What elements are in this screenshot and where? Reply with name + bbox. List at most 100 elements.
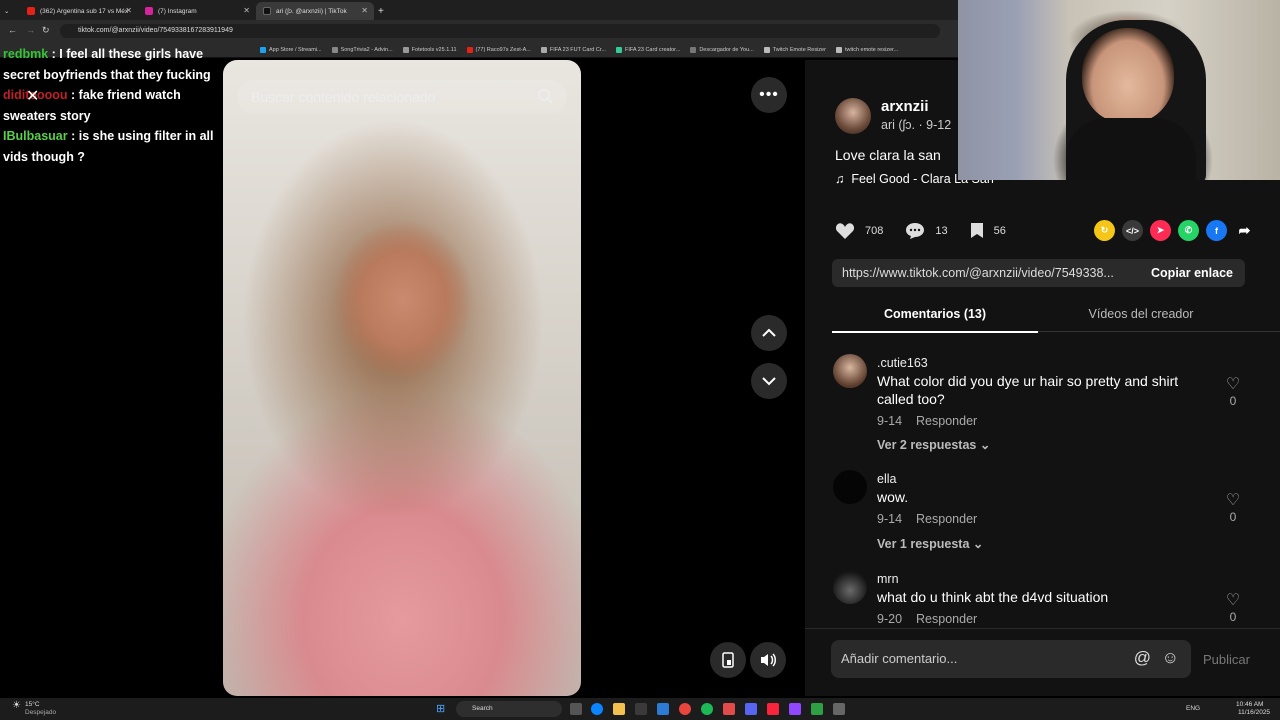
- reply-button[interactable]: Responder: [916, 612, 977, 626]
- save-button[interactable]: 56: [970, 222, 1006, 239]
- tab-label: (362) Argentina sub 17 vs Méx: [40, 7, 129, 15]
- facebook-icon[interactable]: f: [1206, 220, 1227, 241]
- comment-date: 9-20: [877, 612, 903, 626]
- video-player[interactable]: Buscar contenido relacionado: [223, 60, 581, 696]
- windows-start-icon[interactable]: ⊞: [436, 702, 445, 715]
- comment-like-button[interactable]: ♡ 0: [1223, 490, 1243, 524]
- tab-instagram[interactable]: (7) Instagram ✕: [138, 2, 256, 20]
- tab-list-icon[interactable]: ⌄: [4, 2, 14, 20]
- author-username[interactable]: arxnzii: [881, 98, 929, 115]
- like-button[interactable]: 708: [835, 222, 883, 240]
- weather-desc: Despejado: [25, 709, 57, 716]
- comment-text: What color did you dye ur hair so pretty…: [877, 373, 1179, 407]
- search-icon[interactable]: [537, 88, 553, 104]
- bookmark[interactable]: twitch emote resizer...: [835, 46, 898, 53]
- mention-icon[interactable]: @: [1134, 648, 1151, 668]
- bookmark[interactable]: App Store / Streami...: [260, 46, 322, 53]
- chrome-icon[interactable]: [679, 703, 691, 715]
- xbox-icon[interactable]: [811, 703, 823, 715]
- back-icon[interactable]: ←: [8, 25, 17, 35]
- next-video-button[interactable]: [751, 363, 787, 399]
- new-tab-button[interactable]: +: [378, 2, 392, 20]
- bookmark[interactable]: (77) Raco97s Zest-A...: [466, 46, 531, 53]
- folder-icon[interactable]: [613, 703, 625, 715]
- edge-icon[interactable]: [591, 703, 603, 715]
- weather-icon: ☀: [12, 700, 21, 711]
- app-icon[interactable]: [723, 703, 735, 715]
- related-search-input[interactable]: Buscar contenido relacionado: [237, 80, 567, 114]
- tab-tiktok[interactable]: ari (ʃɔ. @arxnzii) | TikTok ✕: [256, 2, 374, 20]
- comment-input[interactable]: Añadir comentario... @ ☺: [831, 640, 1191, 678]
- tab-comments[interactable]: Comentarios (13): [832, 307, 1038, 333]
- embed-icon[interactable]: </>: [1122, 220, 1143, 241]
- windows-taskbar: ☀ 15°C Despejado ⊞ Search ENG 10:46 AM 1…: [0, 698, 1280, 720]
- close-icon[interactable]: ✕: [125, 6, 132, 15]
- music-note-icon: ♫: [835, 172, 845, 186]
- weather-temp[interactable]: 15°C: [25, 701, 40, 708]
- share-arrow-icon[interactable]: ➦: [1234, 220, 1255, 241]
- comment-item: .cutie163 What color did you dye ur hair…: [833, 354, 1253, 464]
- twitch-icon[interactable]: [789, 703, 801, 715]
- comment-author[interactable]: mrn: [877, 572, 899, 586]
- comment-button[interactable]: 13: [905, 222, 948, 240]
- music-app-icon[interactable]: [767, 703, 779, 715]
- forward-icon[interactable]: →: [26, 25, 35, 35]
- tab-creator-videos[interactable]: Vídeos del creador: [1038, 307, 1244, 321]
- previous-video-button[interactable]: [751, 315, 787, 351]
- view-replies-button[interactable]: Ver 2 respuestas ⌄: [877, 437, 990, 452]
- reply-button[interactable]: Responder: [916, 414, 977, 428]
- tab-youtube[interactable]: (362) Argentina sub 17 vs Méx ✕: [20, 2, 138, 20]
- instagram-icon: [145, 7, 153, 15]
- reply-button[interactable]: Responder: [916, 512, 977, 526]
- whatsapp-icon[interactable]: ✆: [1178, 220, 1199, 241]
- avatar[interactable]: [833, 470, 867, 504]
- tab-label: (7) Instagram: [158, 7, 197, 15]
- video-link-field[interactable]: https://www.tiktok.com/@arxnzii/video/75…: [832, 259, 1245, 287]
- avatar[interactable]: [833, 570, 867, 604]
- picture-in-picture-button[interactable]: [710, 642, 746, 678]
- bookmark[interactable]: SongTrivia2 - Advin...: [331, 46, 393, 53]
- discord-icon[interactable]: [745, 703, 757, 715]
- language-indicator[interactable]: ENG: [1186, 705, 1200, 712]
- repost-icon[interactable]: ↻: [1094, 220, 1115, 241]
- address-bar-row: ← → ↻ tiktok.com/@arxnzii/video/75493381…: [0, 20, 960, 42]
- spotify-icon[interactable]: [701, 703, 713, 715]
- youtube-icon: [27, 7, 35, 15]
- like-count: 708: [865, 224, 884, 237]
- taskbar-search[interactable]: Search: [456, 701, 562, 717]
- author-subtitle: ari (ʃɔ. · 9-12: [881, 118, 952, 132]
- bookmark-icon: [970, 223, 983, 238]
- store-icon[interactable]: [635, 703, 647, 715]
- emoji-icon[interactable]: ☺: [1162, 648, 1179, 668]
- clock-time[interactable]: 10:46 AM: [1236, 701, 1263, 708]
- volume-button[interactable]: [750, 642, 786, 678]
- copy-link-button[interactable]: Copiar enlace: [1151, 266, 1233, 280]
- close-icon[interactable]: ✕: [26, 86, 44, 105]
- publish-button[interactable]: Publicar: [1203, 652, 1250, 667]
- bookmark[interactable]: Twitch Emote Resizer: [763, 46, 826, 53]
- comment-text: what do u think abt the d4vd situation: [877, 589, 1109, 605]
- url-input[interactable]: tiktok.com/@arxnzii/video/75493381672839…: [60, 24, 940, 38]
- task-view-icon[interactable]: [570, 703, 582, 715]
- send-icon[interactable]: ➤: [1150, 220, 1171, 241]
- streamer-shirt: [1066, 118, 1196, 180]
- avatar[interactable]: [833, 354, 867, 388]
- reload-icon[interactable]: ↻: [42, 25, 50, 36]
- tiktok-icon: [263, 7, 271, 15]
- view-replies-button[interactable]: Ver 1 respuesta ⌄: [877, 536, 983, 551]
- more-options-button[interactable]: •••: [751, 77, 787, 113]
- avatar[interactable]: [835, 98, 871, 134]
- comment-like-button[interactable]: ♡ 0: [1223, 374, 1243, 408]
- bookmark[interactable]: FIFA 23 Card creator...: [615, 46, 680, 53]
- comment-like-button[interactable]: ♡ 0: [1223, 590, 1243, 624]
- bookmark[interactable]: FIFA 23 FUT Card Cr...: [540, 46, 606, 53]
- close-icon[interactable]: ✕: [243, 6, 250, 15]
- mail-icon[interactable]: [657, 703, 669, 715]
- close-icon[interactable]: ✕: [361, 6, 368, 15]
- comment-author[interactable]: .cutie163: [877, 356, 928, 370]
- bookmark[interactable]: Fotetools v25.1.11: [402, 46, 457, 53]
- comment-author[interactable]: ella: [877, 472, 896, 486]
- save-count: 56: [993, 224, 1006, 237]
- bookmark[interactable]: Descargador de You...: [690, 46, 754, 53]
- app-icon[interactable]: [833, 703, 845, 715]
